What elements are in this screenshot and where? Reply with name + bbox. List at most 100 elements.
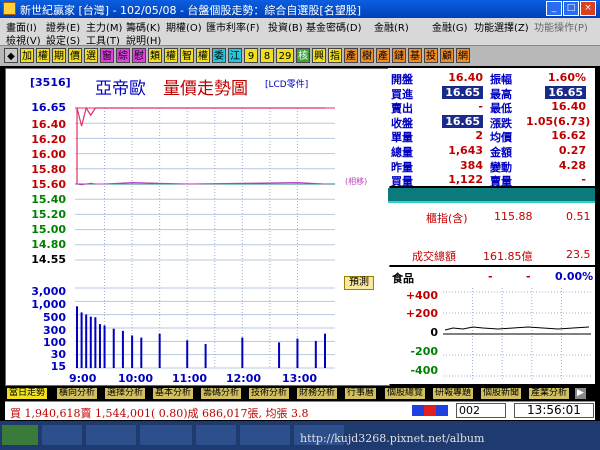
sector-tick: -400 — [410, 364, 438, 377]
tab-research[interactable]: 研報專題 — [433, 388, 474, 399]
sector-tick: -200 — [410, 345, 438, 358]
highlighted-value: 16.65 — [442, 86, 483, 99]
toolbar-button[interactable]: 智 — [180, 48, 194, 63]
sector-label: 食品 — [392, 272, 414, 285]
toolbar-button[interactable]: 選 — [84, 48, 98, 63]
toolbar-button[interactable]: ◆ — [4, 48, 18, 63]
forecast-button[interactable]: 預測 — [344, 276, 374, 290]
toolbar-button[interactable]: 綜 — [116, 48, 130, 63]
taskbar-item[interactable] — [240, 425, 290, 445]
price-tick: 15.40 — [31, 193, 66, 206]
tab-horizontal[interactable]: 橫向分析 — [57, 388, 98, 399]
toolbar-button[interactable]: 產 — [344, 48, 358, 63]
tab-scroll-right-icon[interactable]: ▶ — [575, 388, 586, 399]
price-tick: 16.20 — [31, 133, 66, 146]
chart-subtitle: [LCD零件] — [265, 80, 309, 90]
taskbar-item[interactable] — [140, 425, 192, 445]
toolbar-button[interactable]: 產 — [376, 48, 390, 63]
toolbar-button[interactable]: 江 — [228, 48, 242, 63]
toolbar-button[interactable]: 權 — [164, 48, 178, 63]
quote-label: 總量 — [391, 146, 413, 159]
app-icon[interactable] — [3, 2, 16, 15]
toolbar-button[interactable]: 網 — [456, 48, 470, 63]
chart-title: 量價走勢圖 — [163, 79, 248, 99]
volume-bar — [186, 340, 189, 368]
quote-value: 384 — [460, 159, 483, 172]
toolbar-button[interactable]: 投 — [424, 48, 438, 63]
toolbar-button[interactable]: 類 — [148, 48, 162, 63]
volume-bar — [241, 337, 244, 368]
volume-bar — [158, 333, 161, 368]
volume-bar — [140, 337, 143, 368]
clock: 13:56:01 — [514, 403, 594, 418]
taskbar-item[interactable] — [42, 425, 82, 445]
quote-value: 16.40 — [551, 100, 586, 113]
toolbar-button[interactable]: 核 — [296, 48, 310, 63]
sector-value: - — [526, 270, 531, 283]
tab-selection[interactable]: 選擇分析 — [105, 388, 146, 399]
menu-item-settings[interactable]: 設定(S) — [46, 32, 80, 47]
minimize-button[interactable]: _ — [546, 1, 562, 16]
time-tick: 12:00 — [226, 372, 262, 385]
menu-item-help[interactable]: 說明(H) — [126, 32, 161, 47]
menu-bar-secondary: 檢視(V) 設定(S) 工具(T) 說明(H) — [0, 32, 600, 47]
volume-bar — [89, 316, 92, 368]
code-input[interactable]: 002 — [456, 403, 506, 418]
toolbar-button[interactable]: 興 — [312, 48, 326, 63]
highlighted-value: 16.65 — [545, 86, 586, 99]
quote-value: 0.27 — [558, 144, 586, 157]
toolbar-button[interactable]: 慰 — [132, 48, 146, 63]
toolbar-button[interactable]: 價 — [68, 48, 82, 63]
toolbar-button[interactable]: 9 — [244, 48, 258, 63]
sector-value: - — [488, 270, 493, 283]
taskbar-item[interactable] — [86, 425, 136, 445]
tab-bar: 當日走勢 橫向分析 選擇分析 基本分析 籌碼分析 技術分析 財務分析 行事曆 個… — [5, 387, 595, 400]
quote-label: 買量 — [391, 175, 413, 188]
menu-item-view[interactable]: 檢視(V) — [6, 32, 41, 47]
tab-news[interactable]: 個股新聞 — [481, 388, 522, 399]
quote-value: 1.60% — [547, 71, 586, 84]
quote-value: 16.40 — [448, 71, 483, 84]
volume-bar — [76, 306, 78, 368]
menu-item-tools[interactable]: 工具(T) — [86, 32, 120, 47]
taskbar-item[interactable] — [196, 425, 236, 445]
tab-chips[interactable]: 籌碼分析 — [201, 388, 242, 399]
volume-bar — [112, 328, 115, 368]
toolbar-button[interactable]: 加 — [20, 48, 34, 63]
tab-financial[interactable]: 財務分析 — [297, 388, 338, 399]
toolbar-button[interactable]: 29 — [276, 48, 294, 63]
toolbar-button[interactable]: 委 — [212, 48, 226, 63]
quote-value: 2 — [475, 129, 483, 142]
toolbar-button[interactable]: 基 — [408, 48, 422, 63]
toolbar-button[interactable]: 期 — [52, 48, 66, 63]
volume-tick: 15 — [50, 360, 66, 373]
tab-overview[interactable]: 個股總覽 — [385, 388, 426, 399]
quote-value: 1,122 — [448, 173, 483, 186]
volume-bar — [94, 317, 97, 368]
tab-fundamental[interactable]: 基本分析 — [153, 388, 194, 399]
close-button[interactable]: × — [580, 1, 596, 16]
sector-tick: 0 — [430, 326, 438, 339]
tab-calendar[interactable]: 行事曆 — [345, 388, 377, 399]
toolbar-button[interactable]: 樹 — [360, 48, 374, 63]
toolbar-button[interactable]: 顧 — [440, 48, 454, 63]
index-value: 115.88 — [494, 210, 533, 223]
price-tick: 15.20 — [31, 208, 66, 221]
toolbar-button[interactable]: 8 — [260, 48, 274, 63]
time-tick: 13:00 — [282, 372, 318, 385]
toolbar-button[interactable]: 權 — [36, 48, 50, 63]
price-volume-chart — [75, 106, 335, 369]
volume-bar — [131, 335, 134, 368]
volume-bar — [278, 342, 281, 368]
tab-technical[interactable]: 技術分析 — [249, 388, 290, 399]
toolbar-button[interactable]: 指 — [328, 48, 342, 63]
maximize-button[interactable]: □ — [563, 1, 579, 16]
tab-industry[interactable]: 產業分析 — [529, 388, 570, 399]
price-tick: 16.00 — [31, 148, 66, 161]
toolbar-button[interactable]: 鏈 — [392, 48, 406, 63]
start-button[interactable] — [2, 425, 38, 445]
toolbar-button[interactable]: 窗 — [100, 48, 114, 63]
tab-intraday[interactable]: 當日走勢 — [7, 388, 48, 399]
total-amount-value: 161.85億 — [483, 250, 533, 263]
toolbar-button[interactable]: 權 — [196, 48, 210, 63]
